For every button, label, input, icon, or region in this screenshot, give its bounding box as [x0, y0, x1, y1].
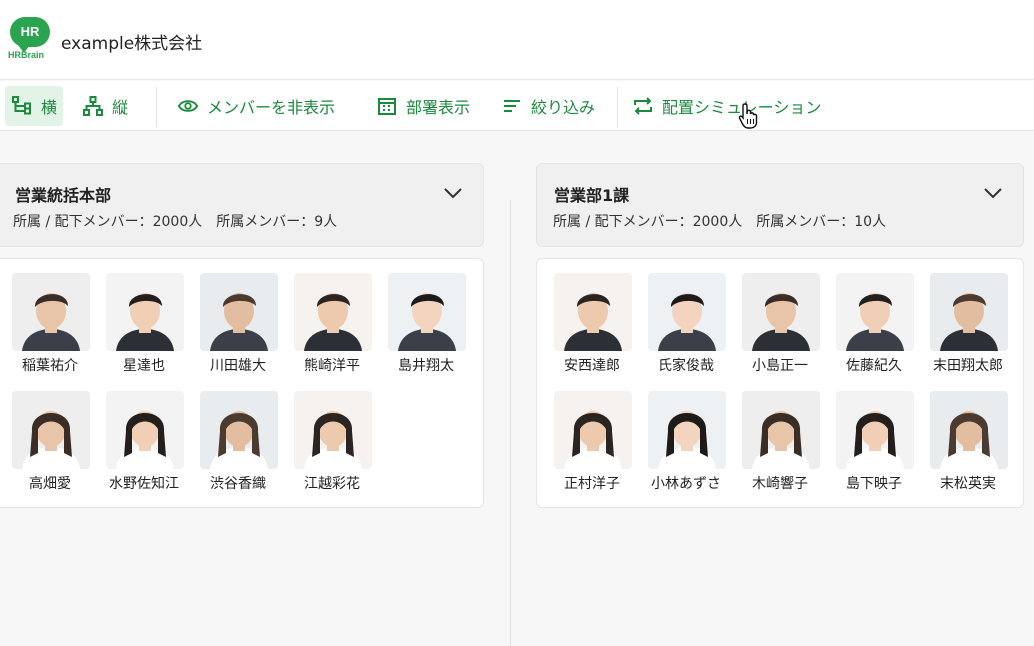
eye-icon	[177, 100, 199, 112]
member-card[interactable]: 高畑愛	[5, 391, 95, 501]
member-card[interactable]: 氏家俊哉	[641, 273, 731, 383]
member-card[interactable]: 川田雄大	[193, 273, 283, 383]
member-photo	[200, 273, 278, 351]
member-card[interactable]: 江越彩花	[287, 391, 377, 501]
placement-simulation-button[interactable]: 配置シミュレーション	[628, 86, 825, 126]
hide-members-button[interactable]: メンバーを非表示	[173, 86, 339, 126]
logo-subtext: HRBrain	[8, 50, 45, 60]
member-photo	[836, 273, 914, 351]
filter-button[interactable]: 絞り込み	[497, 86, 599, 126]
member-name: 正村洋子	[564, 476, 620, 492]
horizontal-label: 横	[41, 98, 58, 117]
member-name: 渋谷香織	[210, 476, 266, 492]
member-name: 小島正一	[752, 358, 808, 374]
member-name: 安西達郎	[564, 358, 620, 374]
building-icon	[378, 98, 396, 115]
member-card[interactable]: 島下映子	[829, 391, 919, 501]
member-photo	[200, 391, 278, 469]
member-name: 川田雄大	[210, 358, 266, 374]
member-photo	[294, 273, 372, 351]
tree-vertical-icon	[83, 96, 103, 116]
horizontal-layout-button[interactable]: 横	[5, 86, 64, 126]
member-card[interactable]: 渋谷香織	[193, 391, 283, 501]
member-photo	[836, 391, 914, 469]
department-card[interactable]: 営業統括本部 所属 / 配下メンバー：2000人 所属メンバー：9人	[0, 163, 484, 247]
vertical-layout-button[interactable]: 縦	[78, 86, 132, 126]
toolbar-divider	[156, 87, 157, 127]
member-photo	[930, 391, 1008, 469]
member-name: 星達也	[123, 358, 165, 374]
member-name: 末田翔太郎	[933, 358, 1003, 374]
member-card[interactable]: 佐藤紀久	[829, 273, 919, 383]
member-name: 島井翔太	[398, 358, 454, 374]
department-stats: 所属 / 配下メンバー：2000人 所属メンバー：10人	[553, 214, 887, 230]
member-card[interactable]: 木崎響子	[735, 391, 825, 501]
member-card[interactable]: 星達也	[99, 273, 189, 383]
member-card[interactable]: 稲葉祐介	[5, 273, 95, 383]
app-header: HR HRBrain example株式会社	[0, 0, 1034, 80]
hide-members-label: メンバーを非表示	[207, 98, 336, 117]
department-name: 営業部1課	[554, 186, 630, 205]
toolbar: 横 縦 メンバーを非表示 部署表示 絞り込み 配置シミュレーション	[0, 81, 1034, 131]
member-name: 木崎響子	[752, 476, 808, 492]
member-name: 熊崎洋平	[304, 358, 360, 374]
member-name: 島下映子	[846, 476, 902, 492]
member-name: 佐藤紀久	[846, 358, 902, 374]
hand-cursor-icon	[738, 103, 758, 129]
member-name: 水野佐知江	[109, 476, 179, 492]
vertical-label: 縦	[112, 98, 129, 117]
member-name: 氏家俊哉	[658, 358, 714, 374]
chevron-down-icon[interactable]	[443, 186, 463, 200]
member-photo	[554, 391, 632, 469]
swap-arrows-icon	[634, 97, 652, 115]
tree-horizontal-icon	[12, 96, 31, 115]
member-photo	[106, 391, 184, 469]
member-name: 江越彩花	[304, 476, 360, 492]
filter-label: 絞り込み	[531, 98, 596, 117]
toolbar-divider	[617, 87, 618, 127]
member-name: 稲葉祐介	[22, 358, 78, 374]
member-photo	[106, 273, 184, 351]
member-card[interactable]: 小林あずさ	[641, 391, 731, 501]
member-list: 稲葉祐介 星達也 川田雄大 熊崎洋平 島井翔太 高畑愛 水野佐知江 渋谷香織 江…	[0, 258, 484, 508]
member-card[interactable]: 小島正一	[735, 273, 825, 383]
member-list: 安西達郎 氏家俊哉 小島正一 佐藤紀久 末田翔太郎 正村洋子 小林あずさ 木崎響…	[536, 258, 1024, 508]
department-card[interactable]: 営業部1課 所属 / 配下メンバー：2000人 所属メンバー：10人	[536, 163, 1024, 247]
chevron-down-icon[interactable]	[983, 186, 1003, 200]
member-name: 小林あずさ	[651, 476, 721, 492]
member-card[interactable]: 熊崎洋平	[287, 273, 377, 383]
member-card[interactable]: 安西達郎	[547, 273, 637, 383]
member-card[interactable]: 正村洋子	[547, 391, 637, 501]
member-name: 高畑愛	[29, 476, 71, 492]
show-departments-button[interactable]: 部署表示	[372, 86, 474, 126]
member-photo	[742, 273, 820, 351]
member-card[interactable]: 末松英実	[923, 391, 1013, 501]
member-card[interactable]: 水野佐知江	[99, 391, 189, 501]
member-name: 末松英実	[940, 476, 996, 492]
member-photo	[388, 273, 466, 351]
member-photo	[12, 391, 90, 469]
member-photo	[930, 273, 1008, 351]
member-photo	[12, 273, 90, 351]
department-name: 営業統括本部	[15, 186, 112, 205]
member-photo	[294, 391, 372, 469]
company-name: example株式会社	[61, 34, 203, 54]
member-card[interactable]: 末田翔太郎	[923, 273, 1013, 383]
member-card[interactable]: 島井翔太	[381, 273, 471, 383]
logo-text: HR	[20, 24, 40, 39]
member-photo	[742, 391, 820, 469]
member-photo	[554, 273, 632, 351]
org-connector-line	[510, 200, 511, 646]
member-photo	[648, 391, 726, 469]
show-departments-label: 部署表示	[406, 98, 471, 117]
department-stats: 所属 / 配下メンバー：2000人 所属メンバー：9人	[13, 214, 338, 230]
filter-icon	[504, 100, 520, 112]
hrbrain-logo[interactable]: HR HRBrain	[8, 17, 54, 61]
member-photo	[648, 273, 726, 351]
